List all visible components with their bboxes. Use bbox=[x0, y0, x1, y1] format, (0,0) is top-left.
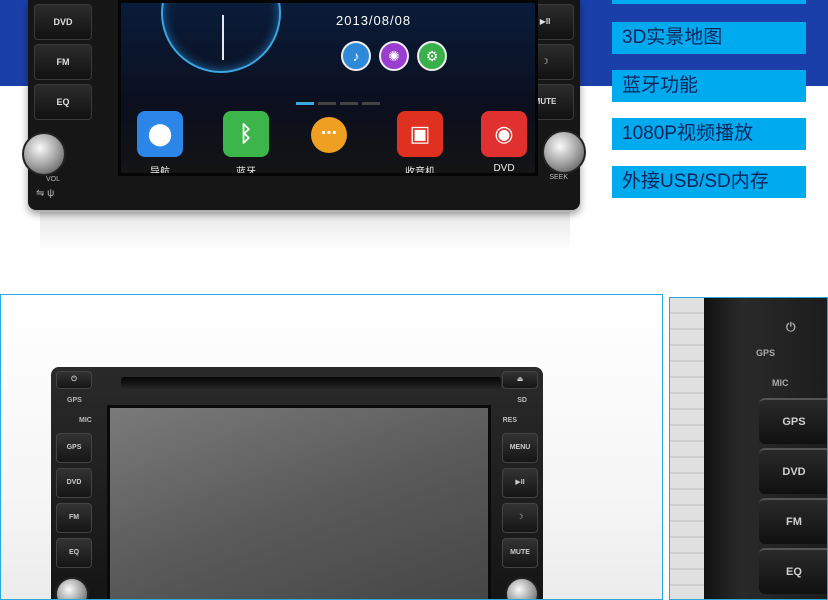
usb-icon: ⇋ ψ bbox=[36, 188, 55, 199]
settings-icon[interactable]: ⚙ bbox=[417, 41, 447, 71]
page-indicator-active bbox=[296, 102, 314, 105]
car-stereo-front: ⏻ ⏏ GPS MIC SD RES GPS DVD FM EQ MENU ▶I… bbox=[51, 367, 543, 599]
mic-label: MIC bbox=[79, 417, 92, 424]
page-indicator bbox=[318, 102, 336, 105]
feature-placeholder bbox=[612, 0, 806, 4]
mounting-bracket bbox=[670, 298, 706, 599]
analog-clock bbox=[161, 3, 281, 73]
side-view-photo: ⏻ GPS MIC GPS DVD FM EQ bbox=[669, 297, 828, 600]
feature-usb-sd: 外接USB/SD内存 bbox=[612, 166, 806, 198]
navigation-app-icon[interactable]: ⬤ bbox=[137, 111, 183, 157]
mute-button[interactable]: MUTE bbox=[502, 538, 538, 568]
vol-label: VOL bbox=[46, 176, 61, 183]
eq-button[interactable]: EQ bbox=[56, 538, 92, 568]
dvd-button[interactable]: DVD bbox=[34, 4, 92, 40]
sd-label: SD bbox=[517, 397, 527, 404]
disc-slot bbox=[121, 377, 501, 389]
page-indicator bbox=[340, 102, 358, 105]
bluetooth-app-icon[interactable]: ᛒ bbox=[223, 111, 269, 157]
menu-button[interactable]: MENU bbox=[502, 433, 538, 463]
date-display: 2013/08/08 bbox=[336, 13, 412, 28]
res-label: RES bbox=[502, 417, 517, 424]
feature-3d-map: 3D实景地图 bbox=[612, 22, 806, 54]
clock-hand bbox=[222, 15, 224, 60]
eq-button[interactable]: EQ bbox=[759, 548, 827, 594]
navigation-app-label: 导航 bbox=[150, 167, 170, 176]
car-stereo-top: DVD FM EQ VOL ⇋ ψ ▶II ☽ MUTE SEEK 2013/0… bbox=[22, 0, 586, 210]
page-indicator bbox=[362, 102, 380, 105]
unit-reflection bbox=[40, 212, 570, 252]
fm-button[interactable]: FM bbox=[34, 44, 92, 80]
eject-button[interactable]: ⏏ bbox=[502, 371, 538, 389]
dvd-button[interactable]: DVD bbox=[759, 448, 827, 494]
gps-slot-label: GPS bbox=[756, 348, 776, 358]
dvd-app-icon[interactable]: ◉ bbox=[481, 111, 527, 157]
car-stereo-side: ⏻ GPS MIC GPS DVD FM EQ bbox=[704, 298, 827, 599]
feature-1080p: 1080P视频播放 bbox=[612, 118, 806, 150]
radio-app-icon[interactable]: ▣ bbox=[397, 111, 443, 157]
lcd-screen bbox=[107, 405, 491, 599]
play-pause-button[interactable]: ▶II bbox=[502, 468, 538, 498]
gps-button[interactable]: GPS bbox=[56, 433, 92, 463]
apps-grid-icon[interactable]: ⋯ bbox=[311, 117, 347, 153]
volume-knob[interactable] bbox=[22, 132, 66, 176]
radio-app-label: 收音机 bbox=[405, 167, 435, 176]
night-mode-button[interactable]: ☽ bbox=[502, 503, 538, 533]
top-banner: DVD FM EQ VOL ⇋ ψ ▶II ☽ MUTE SEEK 2013/0… bbox=[0, 0, 828, 280]
volume-icon[interactable]: ♪ bbox=[341, 41, 371, 71]
gps-slot-label: GPS bbox=[67, 397, 82, 404]
bluetooth-app-label: 蓝牙 bbox=[236, 167, 256, 176]
eq-button[interactable]: EQ bbox=[34, 84, 92, 120]
volume-knob[interactable] bbox=[55, 577, 89, 599]
seek-label: SEEK bbox=[549, 174, 568, 181]
fm-button[interactable]: FM bbox=[759, 498, 827, 544]
mic-label: MIC bbox=[772, 378, 789, 388]
brightness-icon[interactable]: ✺ bbox=[379, 41, 409, 71]
power-icon[interactable]: ⏻ bbox=[786, 320, 796, 335]
power-button[interactable]: ⏻ bbox=[56, 371, 92, 389]
feature-bluetooth: 蓝牙功能 bbox=[612, 70, 806, 102]
dvd-button[interactable]: DVD bbox=[56, 468, 92, 498]
dvd-app-label: DVD bbox=[493, 163, 515, 174]
fm-button[interactable]: FM bbox=[56, 503, 92, 533]
gps-button[interactable]: GPS bbox=[759, 398, 827, 444]
front-view-photo: ⏻ ⏏ GPS MIC SD RES GPS DVD FM EQ MENU ▶I… bbox=[0, 294, 663, 600]
seek-knob[interactable] bbox=[542, 130, 586, 174]
seek-knob[interactable] bbox=[505, 577, 539, 599]
main-screen: 2013/08/08 ♪ ✺ ⚙ ⬤ 导航 ᛒ 蓝牙 ⋯ ▣ 收音机 ◉ DVD bbox=[118, 0, 538, 176]
